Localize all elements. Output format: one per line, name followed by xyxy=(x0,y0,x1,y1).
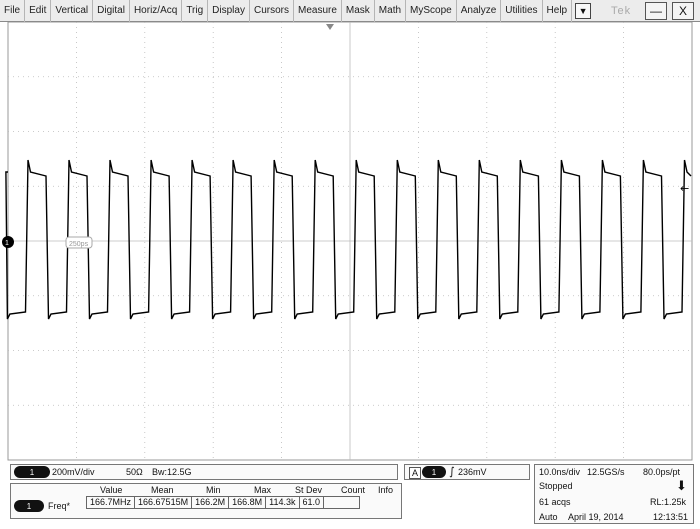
measurement-name[interactable]: Freq* xyxy=(48,501,70,511)
measurement-stdev: 114.3k xyxy=(265,496,300,509)
trigger-mode: Auto xyxy=(539,512,558,522)
measurement-header-stdev: St Dev xyxy=(295,485,323,495)
measurement-header-count: Count xyxy=(341,485,366,495)
sample-rate: 12.5GS/s xyxy=(587,467,625,477)
menu-file[interactable]: File xyxy=(0,0,26,22)
time-per-point: 80.0ps/pt xyxy=(643,467,681,477)
brand-logo: Tek xyxy=(611,5,632,17)
graticule: 1 ← 250ps xyxy=(2,22,693,461)
measurement-value: 166.7MHz xyxy=(85,496,136,509)
menu-vertical[interactable]: Vertical xyxy=(51,0,94,22)
run-stop-icon[interactable]: ⬇ xyxy=(676,479,687,494)
measurement-max: 166.8M xyxy=(228,496,267,509)
measurement-header-mean: Mean xyxy=(151,485,174,495)
bandwidth-limit: Bw:12.5G xyxy=(152,467,192,477)
menu-bar: File Edit Vertical Digital Horiz/Acq Tri… xyxy=(0,0,700,22)
record-length: RL:1.25k xyxy=(650,497,687,507)
measurement-header-info: Info xyxy=(378,485,394,495)
menu-trig[interactable]: Trig xyxy=(182,0,209,22)
menu-math[interactable]: Math xyxy=(375,0,407,22)
time: 12:13:51 xyxy=(653,512,689,522)
trigger-level: 236mV xyxy=(458,467,487,477)
menu-utilities[interactable]: Utilities xyxy=(501,0,543,22)
trigger-slope-icon: ∫ xyxy=(449,465,455,478)
measurement-mean: 166.67515M xyxy=(134,496,193,509)
measurement-count: 61.0 xyxy=(298,496,325,509)
menu-edit[interactable]: Edit xyxy=(25,0,52,22)
menu-dropdown-button[interactable]: ▼ xyxy=(575,2,592,19)
menu-cursors[interactable]: Cursors xyxy=(250,0,294,22)
minimize-button[interactable]: — xyxy=(645,2,667,20)
menu-analyze[interactable]: Analyze xyxy=(457,0,502,22)
table-row: 166.7MHz 166.67515M 166.2M 166.8M 114.3k… xyxy=(85,496,361,509)
reference-label: 250ps xyxy=(69,241,89,248)
menu-horiz-acq[interactable]: Horiz/Acq xyxy=(130,0,183,22)
measurement-channel-badge: 1 xyxy=(14,500,44,512)
menu-mask[interactable]: Mask xyxy=(342,0,375,22)
measurement-table: 166.7MHz 166.67515M 166.2M 166.8M 114.3k… xyxy=(85,496,361,509)
acquisition-count: 61 acqs xyxy=(539,497,571,507)
timebase: 10.0ns/div xyxy=(539,467,581,477)
acquisition-state: Stopped xyxy=(539,481,573,491)
menu-help[interactable]: Help xyxy=(543,0,573,22)
channel-1-badge[interactable]: 1 xyxy=(14,466,50,478)
menu-display[interactable]: Display xyxy=(208,0,250,22)
menu-digital[interactable]: Digital xyxy=(93,0,130,22)
measurement-min: 166.2M xyxy=(191,496,230,509)
close-button[interactable]: X xyxy=(672,2,694,20)
measurement-info xyxy=(323,496,361,509)
menu-myscope[interactable]: MyScope xyxy=(406,0,457,22)
measurement-header-max: Max xyxy=(254,485,272,495)
trigger-level-arrow-icon: ← xyxy=(680,182,689,195)
measurement-header-value: Value xyxy=(100,485,123,495)
trigger-source: A xyxy=(409,467,422,479)
measurement-header-min: Min xyxy=(206,485,221,495)
trigger-channel-badge: 1 xyxy=(422,466,446,478)
waveform-display[interactable]: 1 ← 250ps xyxy=(0,22,700,462)
menu-measure[interactable]: Measure xyxy=(294,0,342,22)
channel-1-marker-label: 1 xyxy=(5,240,9,247)
date: April 19, 2014 xyxy=(568,512,624,522)
input-impedance: 50Ω xyxy=(126,467,143,477)
vertical-scale: 200mV/div xyxy=(52,467,95,477)
